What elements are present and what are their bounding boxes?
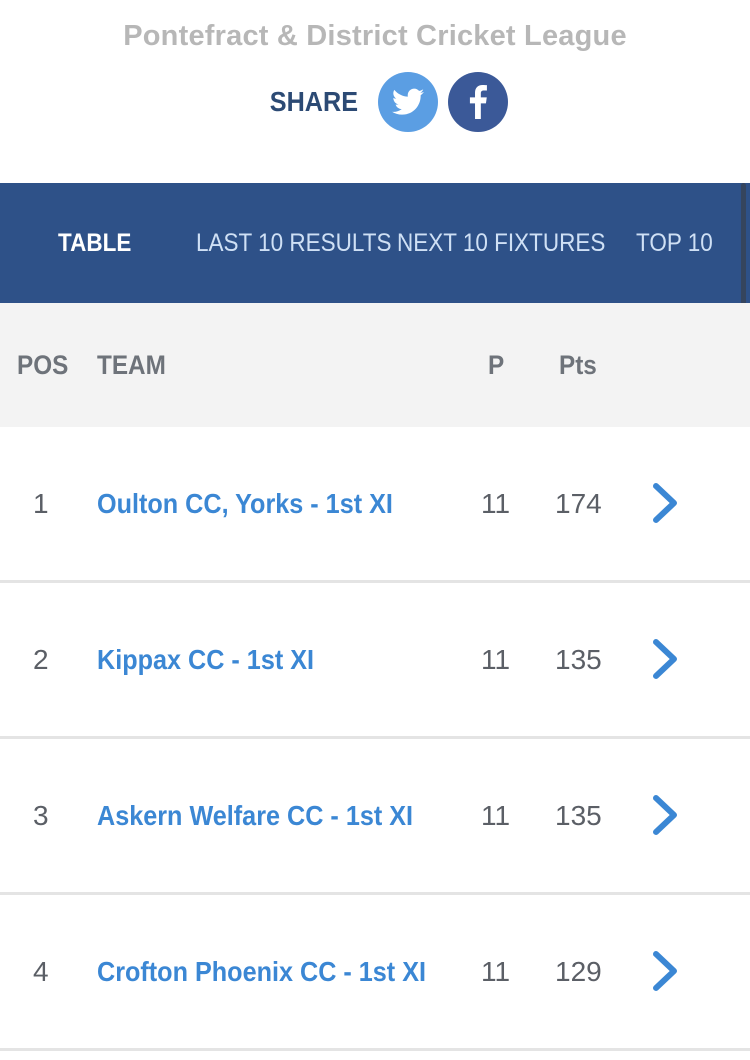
row-points: 135 — [555, 800, 602, 831]
row-position: 3 — [33, 800, 49, 831]
table-row[interactable]: 3 Askern Welfare CC - 1st XI 11 135 — [0, 739, 750, 895]
column-header-pos: POS — [17, 350, 69, 380]
row-played: 11 — [481, 488, 511, 519]
tab-table[interactable]: TABLE — [58, 183, 131, 303]
chevron-right-icon[interactable] — [650, 794, 680, 836]
team-link[interactable]: Oulton CC, Yorks - 1st XI — [97, 427, 393, 580]
row-played: 11 — [481, 956, 511, 987]
league-table-page: Pontefract & District Cricket League SHA… — [0, 0, 750, 1060]
facebook-f-icon — [469, 85, 487, 119]
row-points: 129 — [555, 956, 602, 987]
facebook-share-button[interactable] — [448, 72, 508, 132]
row-played: 11 — [481, 800, 511, 831]
table-row[interactable]: 4 Crofton Phoenix CC - 1st XI 11 129 — [0, 895, 750, 1051]
column-header-played: P — [488, 350, 505, 380]
column-header-team: TEAM — [97, 350, 166, 380]
tab-last-10-results[interactable]: LAST 10 RESULTS — [196, 183, 392, 303]
row-points: 174 — [555, 488, 602, 519]
team-link[interactable]: Askern Welfare CC - 1st XI — [97, 739, 413, 892]
chevron-right-icon[interactable] — [650, 482, 680, 524]
twitter-share-button[interactable] — [378, 72, 438, 132]
chevron-right-icon[interactable] — [650, 638, 680, 680]
tab-top-10[interactable]: TOP 10 — [636, 183, 713, 303]
row-played: 11 — [481, 644, 511, 675]
row-position: 1 — [33, 488, 49, 519]
row-position: 2 — [33, 644, 49, 675]
section-tabs: TABLE LAST 10 RESULTS NEXT 10 FIXTURES T… — [0, 183, 750, 303]
twitter-bird-icon — [392, 88, 424, 115]
share-label: SHARE — [269, 86, 358, 117]
table-header: POS TEAM P Pts — [0, 303, 750, 427]
table-row[interactable]: 1 Oulton CC, Yorks - 1st XI 11 174 — [0, 427, 750, 583]
league-title: Pontefract & District Cricket League — [123, 20, 627, 52]
team-link[interactable]: Crofton Phoenix CC - 1st XI — [97, 895, 426, 1048]
row-points: 135 — [555, 644, 602, 675]
chevron-right-icon[interactable] — [650, 950, 680, 992]
column-header-points: Pts — [559, 350, 597, 380]
share-bar: SHARE — [0, 72, 750, 132]
table-row[interactable]: 2 Kippax CC - 1st XI 11 135 — [0, 583, 750, 739]
row-position: 4 — [33, 956, 49, 987]
tab-next-10-fixtures[interactable]: NEXT 10 FIXTURES — [397, 183, 605, 303]
team-link[interactable]: Kippax CC - 1st XI — [97, 583, 314, 736]
